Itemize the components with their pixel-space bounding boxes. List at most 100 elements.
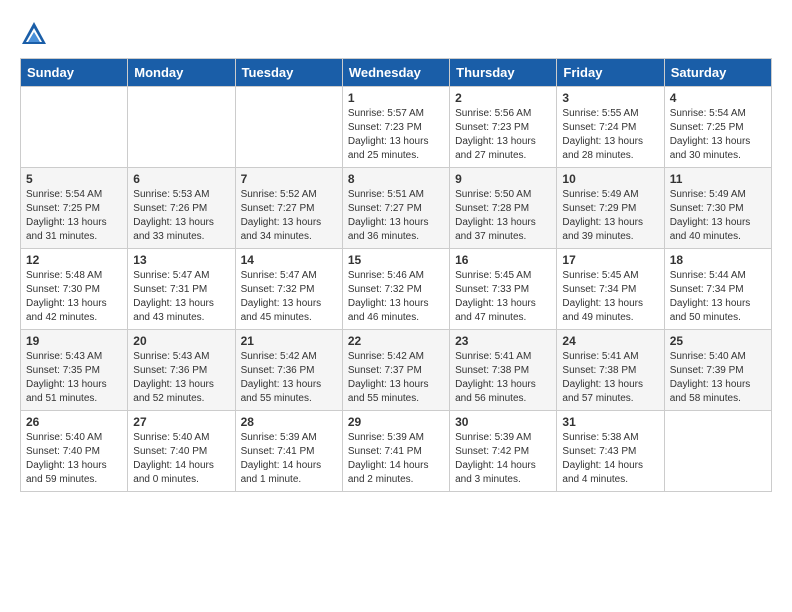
calendar-cell: 24 Sunrise: 5:41 AM Sunset: 7:38 PM Dayli…	[557, 330, 664, 411]
cell-content: Sunrise: 5:42 AM Sunset: 7:37 PM Dayligh…	[348, 350, 444, 406]
cell-content: Sunrise: 5:54 AM Sunset: 7:25 PM Dayligh…	[26, 188, 122, 244]
weekday-header-row: SundayMondayTuesdayWednesdayThursdayFrid…	[21, 59, 772, 87]
cell-content: Sunrise: 5:40 AM Sunset: 7:39 PM Dayligh…	[670, 350, 766, 406]
day-number: 12	[26, 253, 122, 267]
calendar-table: SundayMondayTuesdayWednesdayThursdayFrid…	[20, 58, 772, 492]
day-number: 2	[455, 91, 551, 105]
cell-content: Sunrise: 5:49 AM Sunset: 7:30 PM Dayligh…	[670, 188, 766, 244]
day-number: 25	[670, 334, 766, 348]
day-number: 10	[562, 172, 658, 186]
calendar-cell: 11 Sunrise: 5:49 AM Sunset: 7:30 PM Dayli…	[664, 168, 771, 249]
calendar-cell: 25 Sunrise: 5:40 AM Sunset: 7:39 PM Dayli…	[664, 330, 771, 411]
page-header	[20, 20, 772, 48]
calendar-cell: 2 Sunrise: 5:56 AM Sunset: 7:23 PM Daylig…	[450, 87, 557, 168]
cell-content: Sunrise: 5:39 AM Sunset: 7:41 PM Dayligh…	[348, 431, 444, 487]
day-number: 23	[455, 334, 551, 348]
calendar-cell: 31 Sunrise: 5:38 AM Sunset: 7:43 PM Dayli…	[557, 411, 664, 492]
calendar-cell: 19 Sunrise: 5:43 AM Sunset: 7:35 PM Dayli…	[21, 330, 128, 411]
cell-content: Sunrise: 5:48 AM Sunset: 7:30 PM Dayligh…	[26, 269, 122, 325]
day-number: 30	[455, 415, 551, 429]
calendar-cell: 6Sunrise: 5:53 AM Sunset: 7:26 PM Daylig…	[128, 168, 235, 249]
cell-content: Sunrise: 5:40 AM Sunset: 7:40 PM Dayligh…	[26, 431, 122, 487]
cell-content: Sunrise: 5:51 AM Sunset: 7:27 PM Dayligh…	[348, 188, 444, 244]
weekday-header-sunday: Sunday	[21, 59, 128, 87]
week-row-4: 19 Sunrise: 5:43 AM Sunset: 7:35 PM Dayli…	[21, 330, 772, 411]
day-number: 11	[670, 172, 766, 186]
cell-content: Sunrise: 5:41 AM Sunset: 7:38 PM Dayligh…	[455, 350, 551, 406]
calendar-cell: 15 Sunrise: 5:46 AM Sunset: 7:32 PM Dayli…	[342, 249, 449, 330]
week-row-2: 5 Sunrise: 5:54 AM Sunset: 7:25 PM Daylig…	[21, 168, 772, 249]
cell-content: Sunrise: 5:45 AM Sunset: 7:34 PM Dayligh…	[562, 269, 658, 325]
weekday-header-monday: Monday	[128, 59, 235, 87]
day-number: 20	[133, 334, 229, 348]
day-number: 27	[133, 415, 229, 429]
day-number: 3	[562, 91, 658, 105]
cell-content: Sunrise: 5:57 AM Sunset: 7:23 PM Dayligh…	[348, 107, 444, 163]
cell-content: Sunrise: 5:56 AM Sunset: 7:23 PM Dayligh…	[455, 107, 551, 163]
calendar-cell: 22 Sunrise: 5:42 AM Sunset: 7:37 PM Dayli…	[342, 330, 449, 411]
day-number: 16	[455, 253, 551, 267]
calendar-cell	[21, 87, 128, 168]
calendar-cell: 12 Sunrise: 5:48 AM Sunset: 7:30 PM Dayli…	[21, 249, 128, 330]
cell-content: Sunrise: 5:52 AM Sunset: 7:27 PM Dayligh…	[241, 188, 337, 244]
calendar-cell: 17 Sunrise: 5:45 AM Sunset: 7:34 PM Dayli…	[557, 249, 664, 330]
cell-content: Sunrise: 5:40 AM Sunset: 7:40 PM Dayligh…	[133, 431, 229, 487]
day-number: 8	[348, 172, 444, 186]
calendar-cell: 7 Sunrise: 5:52 AM Sunset: 7:27 PM Daylig…	[235, 168, 342, 249]
cell-content: Sunrise: 5:55 AM Sunset: 7:24 PM Dayligh…	[562, 107, 658, 163]
calendar-cell	[235, 87, 342, 168]
cell-content: Sunrise: 5:49 AM Sunset: 7:29 PM Dayligh…	[562, 188, 658, 244]
day-number: 7	[241, 172, 337, 186]
day-number: 19	[26, 334, 122, 348]
weekday-header-thursday: Thursday	[450, 59, 557, 87]
day-number: 9	[455, 172, 551, 186]
week-row-3: 12 Sunrise: 5:48 AM Sunset: 7:30 PM Dayli…	[21, 249, 772, 330]
calendar-cell: 10 Sunrise: 5:49 AM Sunset: 7:29 PM Dayli…	[557, 168, 664, 249]
calendar-cell: 14Sunrise: 5:47 AM Sunset: 7:32 PM Dayli…	[235, 249, 342, 330]
day-number: 26	[26, 415, 122, 429]
calendar-cell	[664, 411, 771, 492]
cell-content: Sunrise: 5:38 AM Sunset: 7:43 PM Dayligh…	[562, 431, 658, 487]
calendar-cell: 3 Sunrise: 5:55 AM Sunset: 7:24 PM Daylig…	[557, 87, 664, 168]
cell-content: Sunrise: 5:44 AM Sunset: 7:34 PM Dayligh…	[670, 269, 766, 325]
cell-content: Sunrise: 5:54 AM Sunset: 7:25 PM Dayligh…	[670, 107, 766, 163]
calendar-cell: 8 Sunrise: 5:51 AM Sunset: 7:27 PM Daylig…	[342, 168, 449, 249]
day-number: 18	[670, 253, 766, 267]
calendar-cell: 26 Sunrise: 5:40 AM Sunset: 7:40 PM Dayli…	[21, 411, 128, 492]
cell-content: Sunrise: 5:41 AM Sunset: 7:38 PM Dayligh…	[562, 350, 658, 406]
day-number: 15	[348, 253, 444, 267]
calendar-cell: 30 Sunrise: 5:39 AM Sunset: 7:42 PM Dayli…	[450, 411, 557, 492]
calendar-cell: 29 Sunrise: 5:39 AM Sunset: 7:41 PM Dayli…	[342, 411, 449, 492]
weekday-header-friday: Friday	[557, 59, 664, 87]
cell-content: Sunrise: 5:50 AM Sunset: 7:28 PM Dayligh…	[455, 188, 551, 244]
day-number: 28	[241, 415, 337, 429]
day-number: 4	[670, 91, 766, 105]
day-number: 24	[562, 334, 658, 348]
cell-content: Sunrise: 5:47 AM Sunset: 7:31 PM Dayligh…	[133, 269, 229, 325]
cell-content: Sunrise: 5:42 AM Sunset: 7:36 PM Dayligh…	[241, 350, 337, 406]
day-number: 5	[26, 172, 122, 186]
cell-content: Sunrise: 5:46 AM Sunset: 7:32 PM Dayligh…	[348, 269, 444, 325]
logo	[20, 20, 52, 48]
logo-icon	[20, 20, 48, 48]
calendar-cell: 9 Sunrise: 5:50 AM Sunset: 7:28 PM Daylig…	[450, 168, 557, 249]
calendar-cell: 5 Sunrise: 5:54 AM Sunset: 7:25 PM Daylig…	[21, 168, 128, 249]
day-number: 22	[348, 334, 444, 348]
calendar-cell: 23 Sunrise: 5:41 AM Sunset: 7:38 PM Dayli…	[450, 330, 557, 411]
cell-content: Sunrise: 5:47 AM Sunset: 7:32 PM Dayligh…	[241, 269, 337, 325]
day-number: 17	[562, 253, 658, 267]
calendar-cell: 4 Sunrise: 5:54 AM Sunset: 7:25 PM Daylig…	[664, 87, 771, 168]
calendar-cell: 16Sunrise: 5:45 AM Sunset: 7:33 PM Dayli…	[450, 249, 557, 330]
calendar-cell: 18 Sunrise: 5:44 AM Sunset: 7:34 PM Dayli…	[664, 249, 771, 330]
calendar-cell: 20Sunrise: 5:43 AM Sunset: 7:36 PM Dayli…	[128, 330, 235, 411]
day-number: 31	[562, 415, 658, 429]
calendar-cell: 13Sunrise: 5:47 AM Sunset: 7:31 PM Dayli…	[128, 249, 235, 330]
cell-content: Sunrise: 5:43 AM Sunset: 7:35 PM Dayligh…	[26, 350, 122, 406]
cell-content: Sunrise: 5:39 AM Sunset: 7:42 PM Dayligh…	[455, 431, 551, 487]
calendar-cell: 28Sunrise: 5:39 AM Sunset: 7:41 PM Dayli…	[235, 411, 342, 492]
day-number: 29	[348, 415, 444, 429]
week-row-5: 26 Sunrise: 5:40 AM Sunset: 7:40 PM Dayli…	[21, 411, 772, 492]
calendar-cell: 1Sunrise: 5:57 AM Sunset: 7:23 PM Daylig…	[342, 87, 449, 168]
weekday-header-tuesday: Tuesday	[235, 59, 342, 87]
weekday-header-saturday: Saturday	[664, 59, 771, 87]
